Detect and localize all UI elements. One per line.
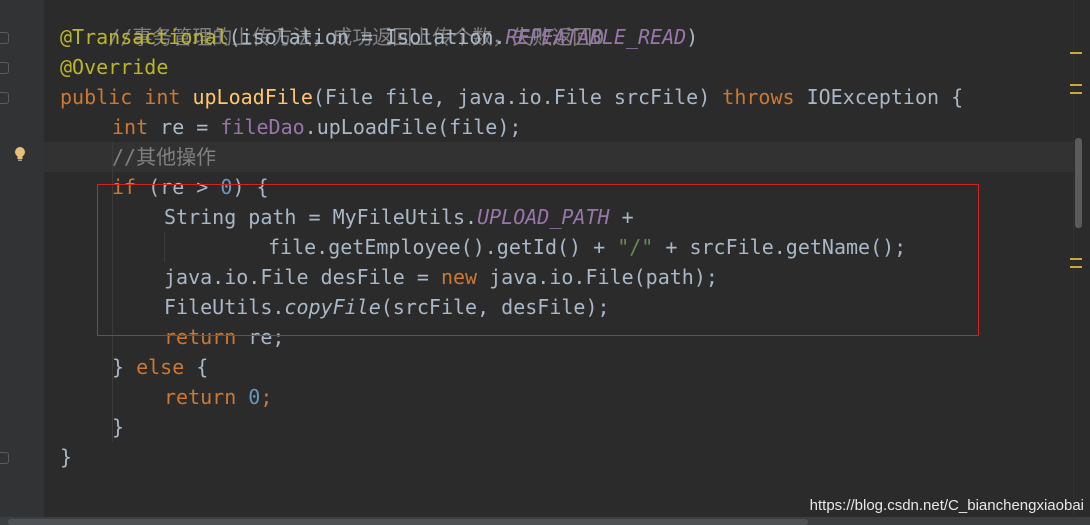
code-editor[interactable]: //事务管理的上传方法，成功返回上传个数，失败返回0 @Transactiona… [0,0,1073,517]
code-text: IOException { [794,85,964,109]
code-line[interactable]: int re = fileDao.upLoadFile(file); [112,112,521,142]
code-text: ( [228,25,241,49]
code-comment: //其他操作 [112,145,217,169]
vertical-scrollbar[interactable] [1073,0,1090,525]
code-line[interactable]: } else { [112,352,208,382]
keyword: public [60,85,133,109]
red-highlight-box [97,184,979,336]
vertical-scrollbar-thumb[interactable] [1075,138,1082,228]
code-line[interactable]: @Override [60,52,168,82]
field-name: fileDao [220,115,305,139]
code-line[interactable]: //事务管理的上传方法，成功返回上传个数，失败返回0 [60,0,604,49]
code-text: isolation = Isolation. [240,25,506,49]
code-text: } [60,445,73,469]
error-stripe-mark[interactable] [1070,266,1082,268]
keyword: else [136,355,185,379]
keyword: throws [722,85,795,109]
code-text: { [184,355,209,379]
code-text: re = [148,115,221,139]
number-literal: 0 [248,385,261,409]
code-text: } [112,355,137,379]
code-line[interactable]: @Transactional(isolation = Isolation.REP… [60,22,698,52]
horizontal-scrollbar-thumb[interactable] [8,519,808,525]
code-line[interactable]: public int upLoadFile(File file, java.io… [60,82,963,112]
code-text: } [112,415,125,439]
code-line[interactable]: return 0; [164,382,272,412]
code-text: .upLoadFile(file); [304,115,522,139]
code-text: ; [260,385,273,409]
method-name: upLoadFile [192,85,313,109]
annotation-override: @Override [60,55,169,79]
error-stripe-mark[interactable] [1070,92,1082,94]
code-line[interactable]: } [60,442,72,472]
code-line[interactable]: //其他操作 [112,142,216,172]
annotation-transactional: @Transactional [60,25,229,49]
error-stripe-mark[interactable] [1070,258,1082,260]
code-text: ) [686,25,699,49]
keyword: return [164,385,237,409]
keyword: int [144,85,181,109]
error-stripe-mark[interactable] [1070,84,1082,86]
code-line[interactable]: } [112,412,124,442]
code-text: (File file, java.io.File srcFile) [312,85,723,109]
static-field: REPEATABLE_READ [505,25,687,49]
watermark-url: https://blog.csdn.net/C_bianchengxiaobai [809,497,1084,514]
keyword: int [112,115,149,139]
error-stripe-mark[interactable] [1070,52,1082,54]
